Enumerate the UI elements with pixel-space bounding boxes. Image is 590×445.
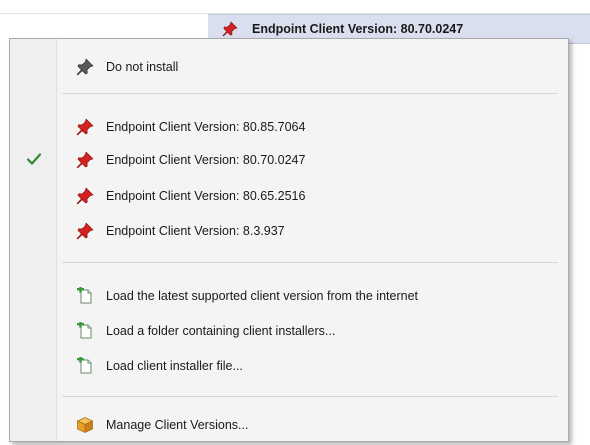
package-box-icon bbox=[76, 416, 94, 434]
menu-separator bbox=[62, 262, 558, 263]
pushpin-red-icon bbox=[76, 151, 94, 169]
add-document-icon bbox=[76, 357, 94, 375]
menu-item-version-80-85-7064[interactable]: Endpoint Client Version: 80.85.7064 bbox=[10, 113, 568, 141]
menu-item-label: Endpoint Client Version: 80.85.7064 bbox=[106, 120, 306, 134]
add-document-icon bbox=[76, 322, 94, 340]
menu-separator bbox=[62, 396, 558, 397]
menu-item-label: Load a folder containing client installe… bbox=[106, 324, 336, 338]
pushpin-red-icon bbox=[222, 21, 238, 37]
menu-item-do-not-install[interactable]: Do not install bbox=[10, 53, 568, 81]
menu-item-load-latest-from-internet[interactable]: Load the latest supported client version… bbox=[10, 282, 568, 310]
pushpin-red-icon bbox=[76, 118, 94, 136]
menu-item-label: Endpoint Client Version: 8.3.937 bbox=[106, 224, 285, 238]
pushpin-gray-icon bbox=[76, 58, 94, 76]
menu-item-label: Do not install bbox=[106, 60, 179, 74]
menu-item-load-installer-file[interactable]: Load client installer file... bbox=[10, 352, 568, 380]
menu-item-version-8-3-937[interactable]: Endpoint Client Version: 8.3.937 bbox=[10, 217, 568, 245]
menu-item-load-folder[interactable]: Load a folder containing client installe… bbox=[10, 317, 568, 345]
add-document-icon bbox=[76, 287, 94, 305]
menu-item-version-80-65-2516[interactable]: Endpoint Client Version: 80.65.2516 bbox=[10, 182, 568, 210]
menu-item-label: Load client installer file... bbox=[106, 359, 243, 373]
pushpin-red-icon bbox=[76, 222, 94, 240]
pushpin-red-icon bbox=[76, 187, 94, 205]
checkmark-icon bbox=[26, 151, 42, 167]
menu-separator bbox=[62, 93, 558, 94]
menu-item-label: Endpoint Client Version: 80.65.2516 bbox=[106, 189, 306, 203]
selected-version-label: Endpoint Client Version: 80.70.0247 bbox=[252, 22, 464, 36]
menu-item-version-80-70-0247[interactable]: Endpoint Client Version: 80.70.0247 bbox=[10, 146, 568, 174]
client-version-context-menu: Do not install Endpoint Client Version: … bbox=[9, 38, 569, 442]
menu-item-manage-client-versions[interactable]: Manage Client Versions... bbox=[10, 411, 568, 439]
menu-item-label: Load the latest supported client version… bbox=[106, 289, 418, 303]
menu-item-label: Endpoint Client Version: 80.70.0247 bbox=[106, 153, 306, 167]
menu-item-label: Manage Client Versions... bbox=[106, 418, 249, 432]
